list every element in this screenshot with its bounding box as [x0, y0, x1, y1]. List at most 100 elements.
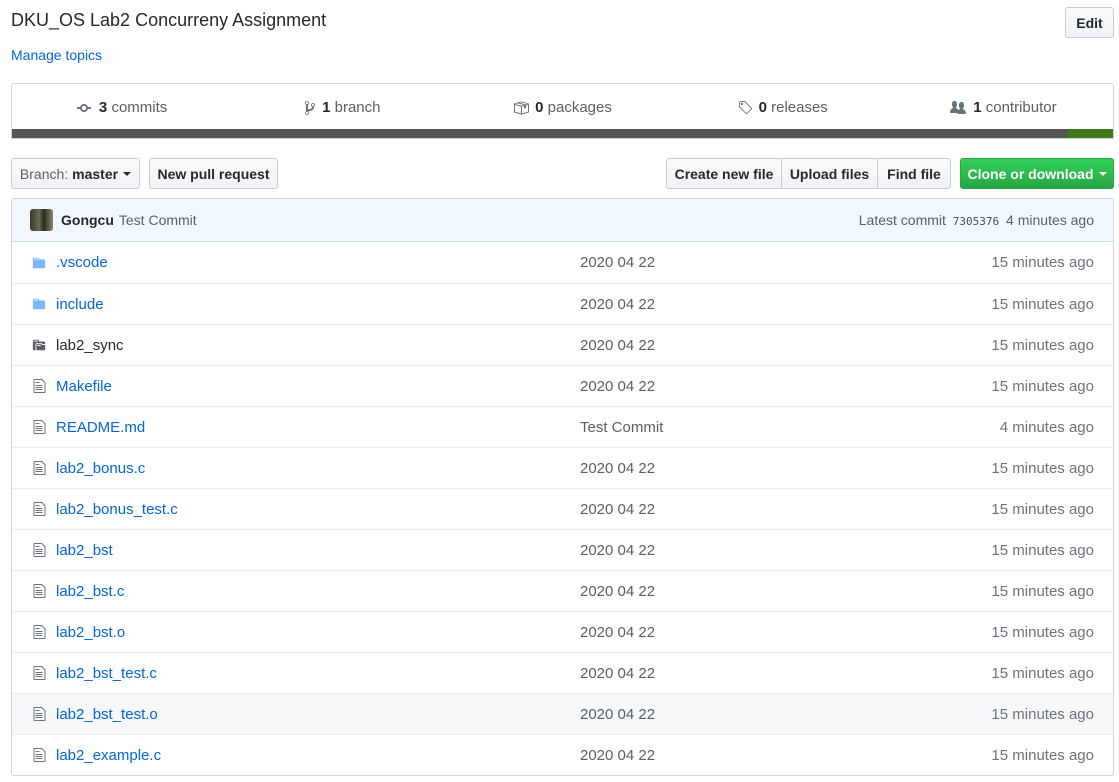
file-icon: [33, 502, 45, 516]
package-icon: [514, 101, 530, 114]
avatar[interactable]: [30, 209, 53, 231]
file-commit-message[interactable]: 2020 04 22: [580, 378, 991, 395]
contributors-link[interactable]: 1 contributor: [893, 99, 1113, 116]
file-age: 15 minutes ago: [991, 254, 1094, 271]
branches-link[interactable]: 1 branch: [232, 99, 452, 116]
file-row[interactable]: include 2020 04 22 15 minutes ago: [12, 283, 1113, 324]
contributors-label: contributor: [985, 99, 1057, 116]
language-bar[interactable]: [12, 129, 1113, 138]
file-icon: [33, 707, 45, 721]
file-type-icon-wrap: [31, 583, 47, 599]
file-icon: [33, 666, 45, 680]
releases-link[interactable]: 0 releases: [673, 99, 893, 116]
commit-icon: [76, 103, 91, 112]
file-row[interactable]: lab2_bonus_test.c 2020 04 22 15 minutes ag…: [12, 488, 1113, 529]
file-row[interactable]: Makefile 2020 04 22 15 minutes ago: [12, 365, 1113, 406]
file-age: 15 minutes ago: [991, 377, 1094, 395]
file-name-link[interactable]: lab2_bst_test.o: [56, 706, 580, 723]
packages-link[interactable]: 0 packages: [452, 99, 672, 116]
file-commit-message[interactable]: 2020 04 22: [580, 583, 991, 600]
find-file-button[interactable]: Find file: [877, 158, 951, 189]
file-name-link[interactable]: include: [56, 296, 580, 313]
branch-select-button[interactable]: Branch: master: [11, 158, 140, 189]
file-commit-message[interactable]: 2020 04 22: [580, 706, 991, 723]
file-row[interactable]: lab2_bst.o 2020 04 22 15 minutes ago: [12, 611, 1113, 652]
commit-author[interactable]: Gongcu: [61, 212, 114, 228]
file-icon: [33, 625, 45, 639]
file-age: 15 minutes ago: [991, 336, 1094, 354]
file-type-icon-wrap: [31, 338, 47, 352]
file-type-icon-wrap: [31, 256, 47, 270]
file-type-icon-wrap: [31, 542, 47, 558]
file-commit-message[interactable]: 2020 04 22: [580, 460, 991, 477]
language-segment-c[interactable]: [12, 129, 1068, 138]
file-name-link[interactable]: lab2_bst.c: [56, 583, 580, 600]
file-type-icon-wrap: [31, 419, 47, 435]
file-name-link[interactable]: lab2_bonus.c: [56, 460, 580, 477]
file-name-link[interactable]: .vscode: [56, 254, 580, 271]
file-commit-message[interactable]: 2020 04 22: [580, 624, 991, 641]
file-browser: Gongcu Test Commit Latest commit 7305376…: [11, 198, 1114, 776]
file-row[interactable]: .vscode 2020 04 22 15 minutes ago: [12, 242, 1113, 283]
file-type-icon-wrap: [31, 747, 47, 763]
upload-files-button[interactable]: Upload files: [781, 158, 878, 189]
file-commit-message[interactable]: 2020 04 22: [580, 337, 991, 354]
branches-count: 1: [322, 99, 331, 116]
repo-summary: 3 commits 1 branch 0 packages 0 releases…: [11, 83, 1114, 139]
file-commit-message[interactable]: Test Commit: [580, 419, 1000, 436]
file-commit-message[interactable]: 2020 04 22: [580, 542, 991, 559]
file-type-icon-wrap: [31, 501, 47, 517]
file-commit-message[interactable]: 2020 04 22: [580, 254, 991, 271]
file-icon: [33, 461, 45, 475]
file-row[interactable]: README.md Test Commit 4 minutes ago: [12, 406, 1113, 447]
file-row[interactable]: lab2_bst_test.c 2020 04 22 15 minutes ago: [12, 652, 1113, 693]
releases-count: 0: [758, 99, 767, 116]
file-commit-message[interactable]: 2020 04 22: [580, 296, 991, 313]
new-pull-request-button[interactable]: New pull request: [149, 158, 278, 189]
file-name-link[interactable]: lab2_bst: [56, 542, 580, 559]
commit-sha[interactable]: 7305376: [953, 215, 999, 228]
folder-icon: [32, 257, 46, 268]
file-commit-message[interactable]: 2020 04 22: [580, 747, 991, 764]
commit-message[interactable]: Test Commit: [119, 212, 197, 228]
file-icon: [33, 379, 45, 393]
language-segment-makefile[interactable]: [1067, 129, 1113, 138]
file-name-link[interactable]: lab2_bonus_test.c: [56, 501, 580, 518]
clone-or-download-label: Clone or download: [967, 165, 1094, 182]
clone-or-download-button[interactable]: Clone or download: [960, 158, 1114, 189]
releases-label: releases: [771, 99, 828, 116]
commits-label: commits: [111, 99, 168, 116]
file-commit-message[interactable]: 2020 04 22: [580, 665, 991, 682]
file-list: .vscode 2020 04 22 15 minutes ago include 20…: [12, 242, 1113, 775]
file-name-link[interactable]: lab2_example.c: [56, 747, 580, 764]
file-type-icon-wrap: [31, 624, 47, 640]
file-row[interactable]: lab2_bst.c 2020 04 22 15 minutes ago: [12, 570, 1113, 611]
file-row[interactable]: lab2_bst_test.o 2020 04 22 15 minutes ago: [12, 693, 1113, 734]
edit-button[interactable]: Edit: [1065, 7, 1114, 38]
packages-label: packages: [547, 99, 612, 116]
file-type-icon-wrap: [31, 297, 47, 311]
file-age: 15 minutes ago: [991, 582, 1094, 600]
create-new-file-button[interactable]: Create new file: [666, 158, 782, 189]
file-commit-message[interactable]: 2020 04 22: [580, 501, 991, 518]
manage-topics-link[interactable]: Manage topics: [11, 47, 102, 63]
file-name-link[interactable]: Makefile: [56, 378, 580, 395]
file-row[interactable]: lab2_bst 2020 04 22 15 minutes ago: [12, 529, 1113, 570]
file-type-icon-wrap: [31, 665, 47, 681]
contributors-count: 1: [973, 99, 982, 116]
people-icon: [950, 100, 967, 114]
commits-link[interactable]: 3 commits: [12, 99, 232, 116]
file-type-icon-wrap: [31, 460, 47, 476]
file-name-link[interactable]: lab2_bst_test.c: [56, 665, 580, 682]
file-name-link[interactable]: README.md: [56, 419, 580, 436]
file-age: 15 minutes ago: [991, 500, 1094, 518]
file-row[interactable]: lab2_bonus.c 2020 04 22 15 minutes ago: [12, 447, 1113, 488]
file-row[interactable]: lab2_sync 2020 04 22 15 minutes ago: [12, 324, 1113, 365]
file-icon: [33, 748, 45, 762]
file-age: 15 minutes ago: [991, 295, 1094, 313]
file-name-link[interactable]: lab2_bst.o: [56, 624, 580, 641]
file-type-icon-wrap: [31, 378, 47, 394]
file-name-link[interactable]: lab2_sync: [56, 337, 580, 354]
file-age: 4 minutes ago: [999, 418, 1094, 436]
file-row[interactable]: lab2_example.c 2020 04 22 15 minutes ago: [12, 734, 1113, 775]
